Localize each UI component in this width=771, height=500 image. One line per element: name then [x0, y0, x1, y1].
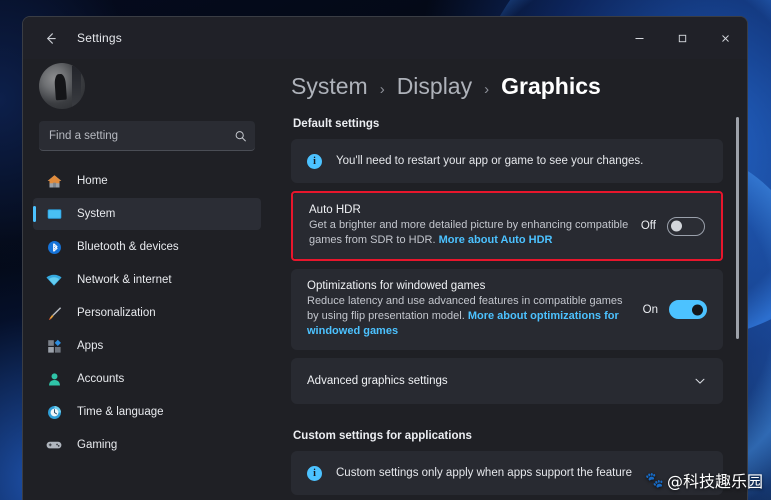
sidebar-item-label: Gaming [77, 439, 118, 451]
sidebar-item-system[interactable]: System [33, 198, 261, 230]
home-icon [43, 171, 65, 191]
breadcrumb-item-system[interactable]: System [291, 73, 368, 100]
auto-hdr-learn-more-link[interactable]: More about Auto HDR [439, 234, 553, 246]
close-button[interactable] [704, 17, 747, 59]
desktop-background: Settings Find a setting Home System Blue… [0, 0, 771, 500]
back-button[interactable] [33, 23, 67, 53]
sidebar-item-accounts[interactable]: Accounts [33, 363, 261, 395]
windowed-optimizations-info: Optimizations for windowed games Reduce … [307, 280, 633, 339]
sidebar: Home System [23, 59, 271, 500]
windowed-optimizations-title: Optimizations for windowed games [307, 280, 486, 292]
auto-hdr-toggle-state: Off [640, 220, 656, 232]
restart-notice-card: i You'll need to restart your app or gam… [291, 139, 723, 183]
sidebar-item-label: Accounts [77, 373, 125, 385]
content-pane: System › Display › Graphics Default sett… [271, 59, 747, 500]
paintbrush-icon [43, 303, 65, 323]
sidebar-item-label: Network & internet [77, 274, 172, 286]
sidebar-item-gaming[interactable]: Gaming [33, 429, 261, 461]
avatar [39, 63, 85, 109]
scrollbar-thumb[interactable] [736, 117, 739, 339]
maximize-icon [678, 34, 687, 42]
account-block[interactable] [33, 59, 261, 119]
wifi-icon [43, 270, 65, 290]
advanced-graphics-settings-expander[interactable]: Advanced graphics settings [291, 358, 723, 404]
sidebar-item-label: Personalization [77, 307, 156, 319]
breadcrumb-item-display[interactable]: Display [397, 73, 472, 100]
sidebar-item-label: Apps [77, 340, 104, 352]
minimize-button[interactable] [618, 17, 661, 59]
back-arrow-icon [46, 32, 56, 44]
window-controls [618, 17, 747, 59]
windowed-optimizations-toggle-state: On [642, 303, 658, 316]
person-icon [43, 369, 65, 389]
sidebar-item-home[interactable]: Home [33, 165, 261, 197]
search-input[interactable] [39, 121, 255, 151]
window-titlebar: Settings [23, 17, 747, 59]
display-monitor-icon [43, 204, 65, 224]
search-box [39, 121, 255, 151]
info-icon: i [307, 465, 322, 481]
windowed-optimizations-toggle[interactable] [669, 300, 707, 319]
sidebar-item-label: Home [77, 175, 108, 187]
sidebar-item-label: Bluetooth & devices [77, 241, 179, 253]
auto-hdr-card: Auto HDR Get a brighter and more detaile… [293, 193, 721, 259]
app-title: Settings [77, 31, 122, 45]
close-icon [722, 34, 729, 42]
breadcrumb-separator: › [379, 81, 385, 98]
settings-window: Settings Find a setting Home System Blue… [22, 16, 748, 500]
maximize-button[interactable] [661, 17, 704, 59]
custom-settings-notice-text: Custom settings only apply when apps sup… [336, 467, 632, 479]
breadcrumb-separator: › [484, 81, 490, 98]
bluetooth-icon [43, 237, 65, 257]
info-icon: i [307, 153, 322, 169]
auto-hdr-toggle-group: Off [640, 216, 705, 236]
auto-hdr-title: Auto HDR [309, 204, 361, 216]
windowed-optimizations-toggle-group: On [643, 300, 707, 319]
custom-settings-notice-card: i Custom settings only apply when apps s… [291, 451, 723, 495]
sidebar-item-time-language[interactable]: Time & language [33, 396, 261, 428]
sidebar-item-label: Time & language [77, 406, 164, 418]
gamepad-icon [43, 435, 65, 455]
sidebar-nav: Home System Bluetooth & devices Network … [33, 165, 261, 461]
auto-hdr-highlight-annotation: Auto HDR Get a brighter and more detaile… [291, 191, 723, 261]
custom-settings-heading: Custom settings for applications [293, 430, 472, 442]
advanced-graphics-settings-label: Advanced graphics settings [307, 375, 448, 387]
windowed-optimizations-description: Reduce latency and use advanced features… [307, 294, 633, 339]
auto-hdr-info: Auto HDR Get a brighter and more detaile… [309, 204, 631, 248]
breadcrumb: System › Display › Graphics [291, 59, 723, 118]
default-settings-heading: Default settings [293, 118, 380, 130]
windowed-optimizations-card: Optimizations for windowed games Reduce … [291, 269, 723, 350]
sidebar-item-bluetooth-devices[interactable]: Bluetooth & devices [33, 231, 261, 263]
sidebar-item-network-internet[interactable]: Network & internet [33, 264, 261, 296]
breadcrumb-item-graphics: Graphics [501, 73, 601, 99]
sidebar-item-personalization[interactable]: Personalization [33, 297, 261, 329]
toggle-knob [692, 304, 703, 315]
clock-icon [43, 402, 65, 422]
restart-notice-text: You'll need to restart your app or game … [336, 155, 644, 167]
sidebar-item-label: System [77, 208, 116, 220]
content-scrollbar[interactable] [734, 115, 741, 492]
chevron-down-icon [695, 378, 705, 384]
toggle-knob [671, 220, 682, 232]
auto-hdr-toggle[interactable] [667, 216, 705, 236]
sidebar-item-apps[interactable]: Apps [33, 330, 261, 362]
window-body: Home System [23, 59, 747, 500]
minimize-icon [635, 37, 644, 39]
apps-grid-icon [43, 336, 65, 356]
auto-hdr-description: Get a brighter and more detailed picture… [309, 218, 631, 248]
